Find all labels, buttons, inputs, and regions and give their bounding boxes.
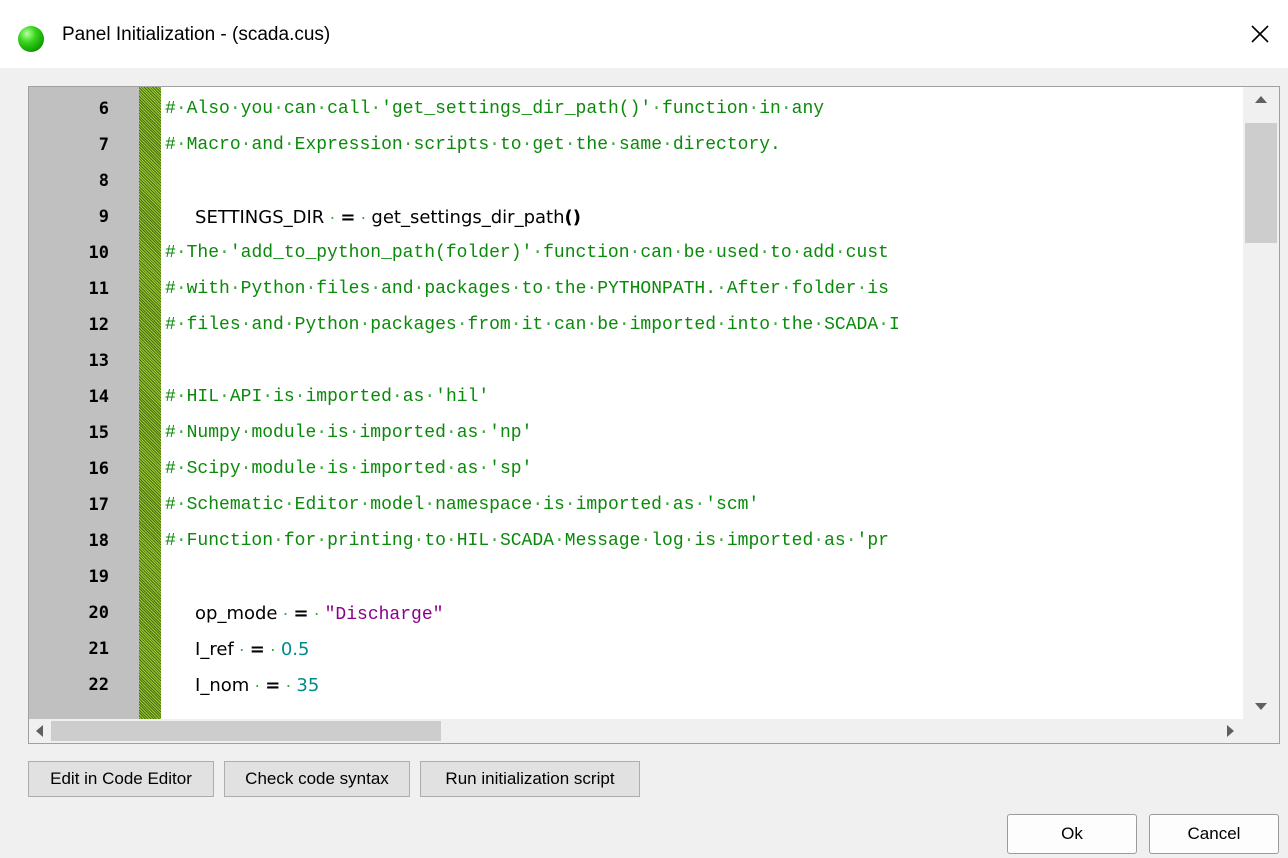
line-number: 14 — [88, 387, 109, 407]
code-line-11: #·with·Python·files·and·packages·to·the·… — [165, 279, 889, 299]
line-number: 7 — [98, 135, 109, 155]
scroll-left-icon[interactable] — [29, 719, 49, 743]
line-number: 22 — [88, 675, 109, 695]
code-text-area[interactable]: #·Also·you·can·call·'get_settings_dir_pa… — [161, 87, 1243, 719]
line-number: 9 — [98, 207, 109, 227]
horizontal-scroll-thumb[interactable] — [51, 721, 441, 741]
code-line-12: #·files·and·Python·packages·from·it·can·… — [165, 315, 900, 335]
close-button[interactable] — [1240, 14, 1280, 54]
line-number: 17 — [88, 495, 109, 515]
variable-name: I_nom — [195, 675, 250, 696]
line-number-gutter: 6 7 8 9 10 11 12 13 14 15 16 17 18 19 20 21 22 — [29, 87, 139, 719]
window-title: Panel Initialization - (scada.cus) — [62, 24, 331, 45]
code-line-21: I_nom · = · 35 — [195, 675, 320, 696]
call-parens: () — [564, 207, 581, 228]
assign-operator: = — [265, 675, 281, 696]
ok-button[interactable]: Ok — [1007, 814, 1137, 854]
green-status-icon — [18, 26, 44, 52]
check-code-syntax-button[interactable]: Check code syntax — [224, 761, 410, 797]
scroll-right-icon[interactable] — [1219, 719, 1243, 743]
line-number: 13 — [88, 351, 109, 371]
horizontal-scrollbar[interactable] — [29, 719, 1243, 743]
code-line-19: op_mode · = · "Discharge" — [195, 603, 444, 625]
code-line-6: #·Also·you·can·call·'get_settings_dir_pa… — [165, 99, 825, 119]
scroll-up-icon[interactable] — [1243, 87, 1279, 111]
line-number: 19 — [88, 567, 109, 587]
line-number: 21 — [88, 639, 109, 659]
code-editor[interactable]: 6 7 8 9 10 11 12 13 14 15 16 17 18 19 20 21 22 #·Also·yo… — [28, 86, 1280, 744]
code-line-14: #·HIL·API·is·imported·as·'hil' — [165, 387, 490, 407]
vertical-scrollbar[interactable] — [1243, 87, 1279, 719]
variable-name: SETTINGS_DIR — [195, 207, 325, 228]
assign-operator: = — [340, 207, 356, 228]
code-line-10: #·The·'add_to_python_path(folder)'·funct… — [165, 243, 889, 263]
close-icon — [1251, 25, 1269, 43]
scroll-down-icon[interactable] — [1243, 695, 1279, 719]
number-literal: 35 — [296, 675, 320, 696]
line-number: 6 — [98, 99, 109, 119]
line-number: 12 — [88, 315, 109, 335]
cancel-button[interactable]: Cancel — [1149, 814, 1279, 854]
title-bar: Panel Initialization - (scada.cus) — [0, 0, 1288, 68]
code-line-8: SETTINGS_DIR · = · get_settings_dir_path… — [195, 207, 581, 228]
code-line-7: #·Macro·and·Expression·scripts·to·get·th… — [165, 135, 781, 155]
line-number: 11 — [88, 279, 109, 299]
code-line-15: #·Numpy·module·is·imported·as·'np' — [165, 423, 533, 443]
code-line-20: I_ref · = · 0.5 — [195, 639, 310, 660]
run-initialization-script-button[interactable]: Run initialization script — [420, 761, 640, 797]
code-line-16: #·Scipy·module·is·imported·as·'sp' — [165, 459, 533, 479]
scrollbar-corner — [1243, 719, 1279, 743]
string-literal: "Discharge" — [324, 605, 444, 625]
line-number: 15 — [88, 423, 109, 443]
line-number: 8 — [98, 171, 109, 191]
line-number: 10 — [88, 243, 109, 263]
code-line-17: #·Schematic·Editor·model·namespace·is·im… — [165, 495, 760, 515]
code-line-18: #·Function·for·printing·to·HIL·SCADA·Mes… — [165, 531, 889, 551]
line-number: 18 — [88, 531, 109, 551]
edit-in-code-editor-button[interactable]: Edit in Code Editor — [28, 761, 214, 797]
vertical-scroll-thumb[interactable] — [1245, 123, 1277, 243]
line-number: 20 — [88, 603, 109, 623]
function-call: get_settings_dir_path — [371, 207, 565, 228]
line-number: 16 — [88, 459, 109, 479]
fold-margin — [139, 87, 161, 719]
